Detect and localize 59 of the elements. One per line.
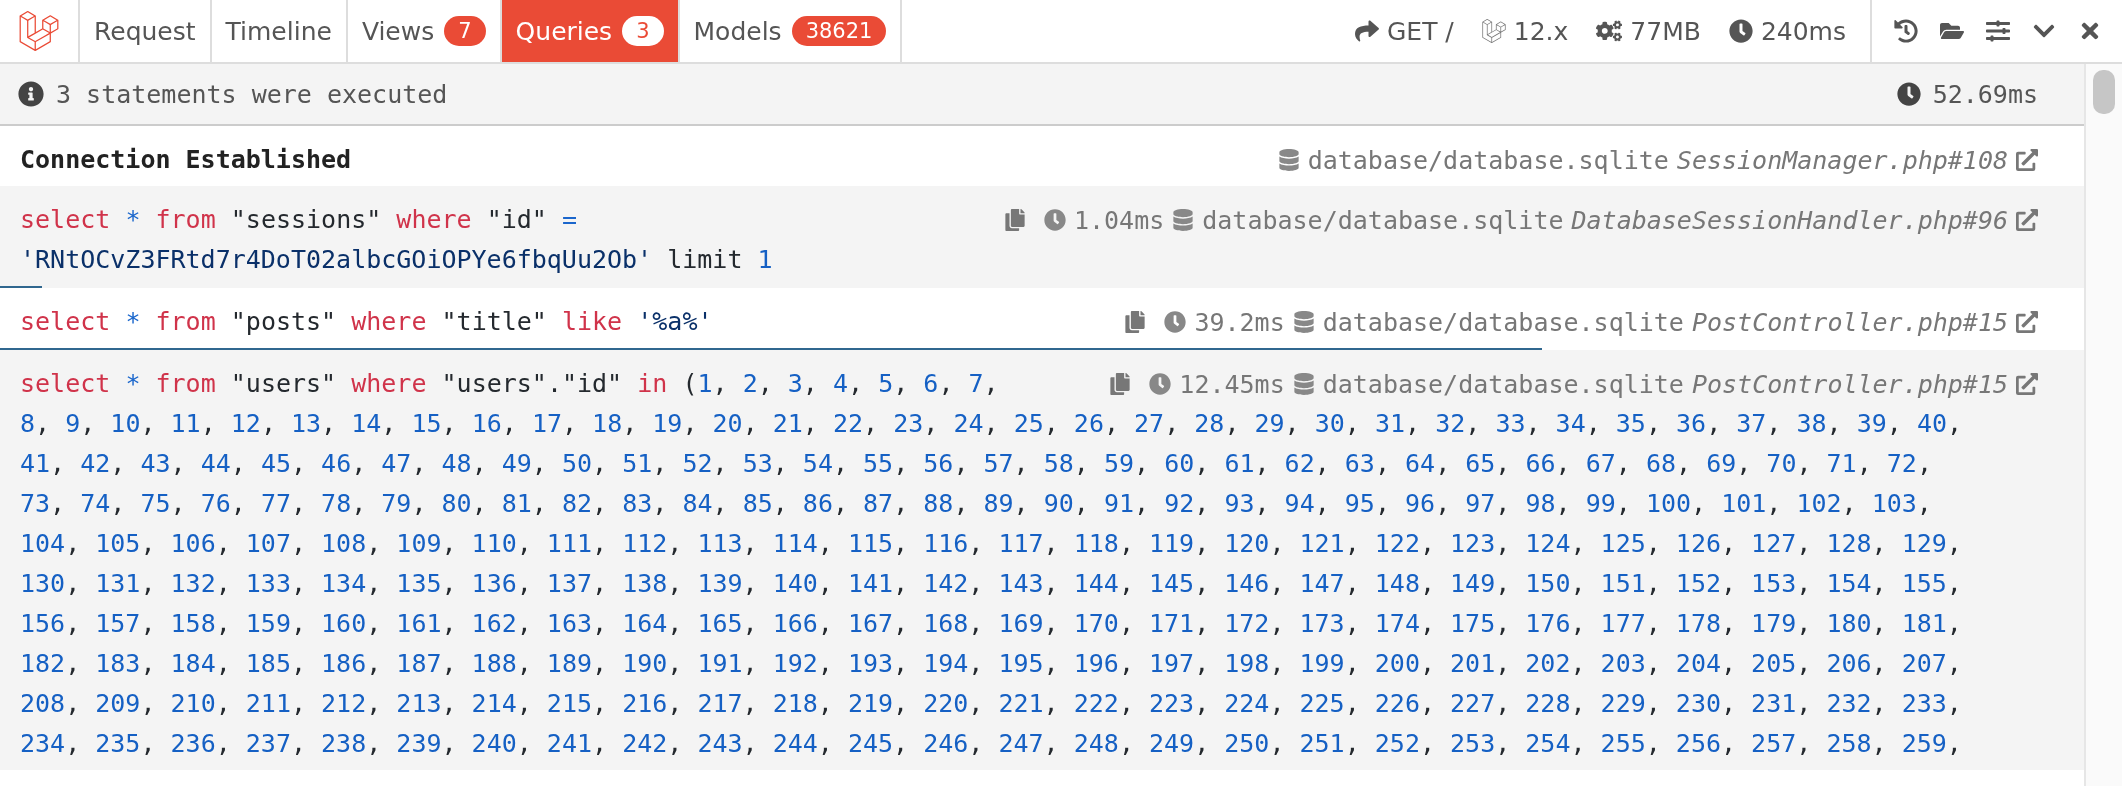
source-location: PostController.php#15 [1691, 369, 2008, 399]
sql-query-line: 234, 235, 236, 237, 238, 239, 240, 241, 242, 243, 244, 245, 246, 247, 248, 249, 250, 251, 252, 253, 254, 255, 256, 257, 258, 259, [20, 728, 1962, 760]
count-badge: 7 [444, 16, 486, 46]
database-icon [1292, 373, 1315, 395]
external-link-icon[interactable] [2016, 311, 2038, 333]
query-duration: 39.2ms [1194, 307, 1285, 337]
info-icon [18, 81, 44, 107]
clock-icon [1728, 19, 1753, 43]
sql-query-line: 41, 42, 43, 44, 45, 46, 47, 48, 49, 50, 51, 52, 53, 54, 55, 56, 57, 58, 59, 60, 61, 62, 63, 64, 65, 66, 67, 68, 69, 70, 71, 72, [20, 448, 1932, 480]
tab[interactable]: Queries 3 [501, 0, 680, 62]
sql-query-line: 156, 157, 158, 159, 160, 161, 162, 163, 164, 165, 166, 167, 168, 169, 170, 171, 172, 173, 174, 175, 176, 177, 178, 179, 180, 181, [20, 608, 1962, 640]
database-path: database/database.sqlite [1307, 145, 1669, 175]
laravel-icon [1481, 19, 1506, 43]
history-button[interactable] [1894, 19, 1918, 43]
clock-icon [1043, 209, 1066, 231]
external-link-icon[interactable] [2016, 209, 2038, 231]
sql-query-line: 73, 74, 75, 76, 77, 78, 79, 80, 81, 82, 83, 84, 85, 86, 87, 88, 89, 90, 91, 92, 93, 94, 95, 96, 97, 98, 99, 100, 101, 102, 103, [20, 488, 1932, 520]
total-duration: 52.69ms [1932, 79, 2038, 109]
sql-query-line: select * from "posts" where "title" like '%a%' [20, 306, 713, 338]
clock-icon [1896, 82, 1921, 106]
copy-button[interactable] [1003, 209, 1026, 231]
sql-query-line: 182, 183, 184, 185, 186, 187, 188, 189, 190, 191, 192, 193, 194, 195, 196, 197, 198, 199, 200, 201, 202, 203, 204, 205, 206, 207, [20, 648, 1962, 680]
status-text: 77MB [1630, 16, 1701, 46]
clock-icon [1164, 311, 1187, 333]
summary-text: 3 statements were executed [56, 79, 448, 109]
sql-query-line: 130, 131, 132, 133, 134, 135, 136, 137, 138, 139, 140, 141, 142, 143, 144, 145, 146, 147, 148, 149, 150, 151, 152, 153, 154, 155, [20, 568, 1962, 600]
count-badge: 38621 [791, 16, 887, 46]
query-duration: 1.04ms [1073, 205, 1165, 235]
copy-button[interactable] [1124, 311, 1147, 333]
settings-button[interactable] [1986, 19, 2010, 43]
sql-query-line: select * from "sessions" where "id" = [20, 204, 578, 236]
laravel-logo-icon [19, 11, 59, 51]
external-link-icon[interactable] [2016, 149, 2038, 171]
database-icon [1277, 149, 1300, 171]
source-location: PostController.php#15 [1691, 307, 2008, 337]
connection-label: Connection Established [20, 144, 352, 176]
source-location: DatabaseSessionHandler.php#96 [1571, 205, 2008, 235]
scrollbar-thumb[interactable] [2093, 70, 2115, 114]
query-duration: 12.45ms [1179, 369, 1285, 399]
count-badge: 3 [622, 16, 664, 46]
database-icon [1172, 209, 1195, 231]
sql-query-line: 8, 9, 10, 11, 12, 13, 14, 15, 16, 17, 18, 19, 20, 21, 22, 23, 24, 25, 26, 27, 28, 29, 30, 31, 32, 33, 34, 35, 36, 37, 38, 39, 40, [20, 408, 1963, 440]
database-path: database/database.sqlite [1322, 369, 1684, 399]
status-text: GET / [1386, 16, 1454, 46]
status-text: 12.x [1513, 16, 1569, 46]
copy-button[interactable] [1109, 373, 1132, 395]
status-text: 240ms [1760, 16, 1846, 46]
database-icon [1292, 311, 1315, 333]
external-link-icon[interactable] [2016, 373, 2038, 395]
gears-icon [1596, 18, 1623, 44]
source-location: SessionManager.php#108 [1676, 145, 2008, 175]
sql-query-line: 'RNtOCvZ3FRtd7r4DoT02albcGOiOPYe6fbqUu2Ob' limit 1 [20, 244, 773, 276]
database-path: database/database.sqlite [1322, 307, 1684, 337]
sql-query-line: 104, 105, 106, 107, 108, 109, 110, 111, 112, 113, 114, 115, 116, 117, 118, 119, 120, 121, 122, 123, 124, 125, 126, 127, 128, 129, [20, 528, 1962, 560]
database-path: database/database.sqlite [1202, 205, 1564, 235]
sql-query-line: select * from "users" where "users"."id" in (1, 2, 3, 4, 5, 6, 7, [20, 368, 999, 400]
clock-icon [1149, 373, 1172, 395]
share-arrow-icon [1354, 19, 1379, 43]
sql-query-line: 208, 209, 210, 211, 212, 213, 214, 215, 216, 217, 218, 219, 220, 221, 222, 223, 224, 225, 226, 227, 228, 229, 230, 231, 232, 233, [20, 688, 1962, 720]
